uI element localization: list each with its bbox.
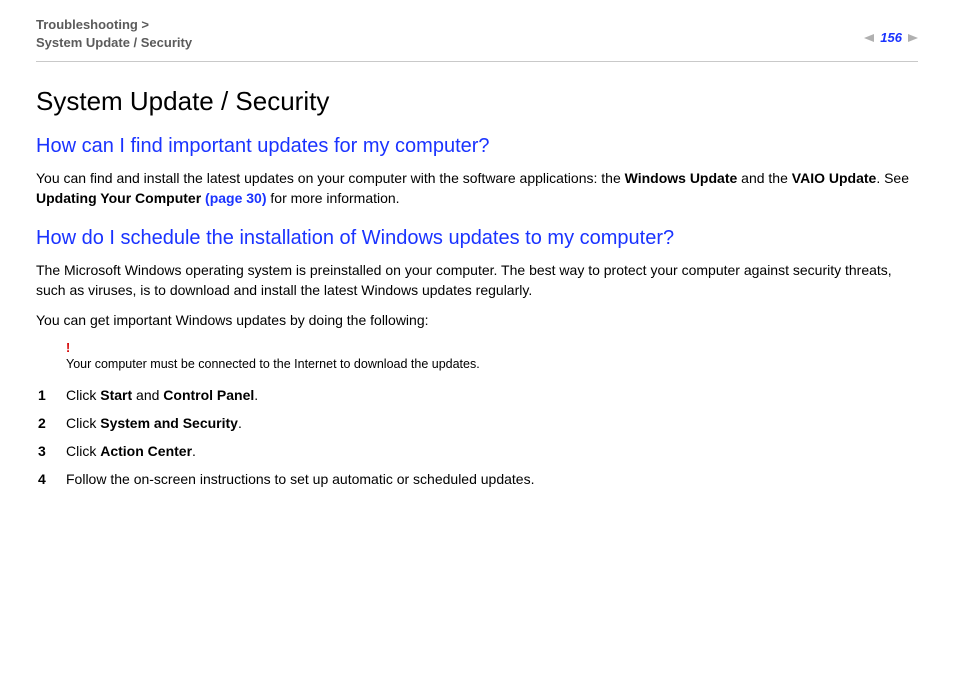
text-bold: Updating Your Computer	[36, 190, 205, 206]
breadcrumb: Troubleshooting > System Update / Securi…	[36, 16, 192, 51]
alert-text: Your computer must be connected to the I…	[66, 357, 480, 371]
prev-page-icon[interactable]	[864, 34, 874, 42]
step-item: 2 Click System and Security.	[36, 413, 918, 433]
page-number: 156	[880, 30, 902, 45]
page-content: System Update / Security How can I find …	[0, 62, 954, 522]
step-number: 4	[38, 469, 66, 489]
text-fragment: for more information.	[267, 190, 400, 206]
next-page-icon[interactable]	[908, 34, 918, 42]
text-fragment: Click	[66, 415, 100, 431]
step-text: Click System and Security.	[66, 413, 242, 433]
page-reference-link[interactable]: (page 30)	[205, 190, 266, 206]
step-number: 1	[38, 385, 66, 405]
text-fragment: Click	[66, 443, 100, 459]
text-fragment: Click	[66, 387, 100, 403]
text-bold: Action Center	[100, 443, 192, 459]
text-fragment: Follow the on-screen instructions to set…	[66, 471, 534, 487]
step-item: 3 Click Action Center.	[36, 441, 918, 461]
text-bold: VAIO Update	[792, 170, 877, 186]
page-header: Troubleshooting > System Update / Securi…	[0, 0, 954, 61]
text-fragment: .	[238, 415, 242, 431]
steps-list: 1 Click Start and Control Panel. 2 Click…	[36, 385, 918, 490]
text-fragment: .	[254, 387, 258, 403]
text-fragment: and the	[737, 170, 792, 186]
text-fragment: You can find and install the latest upda…	[36, 170, 625, 186]
section2-paragraph2: You can get important Windows updates by…	[36, 310, 918, 330]
text-bold: Start	[100, 387, 132, 403]
step-text: Follow the on-screen instructions to set…	[66, 469, 534, 489]
step-number: 2	[38, 413, 66, 433]
section1-paragraph: You can find and install the latest upda…	[36, 168, 918, 209]
step-text: Click Action Center.	[66, 441, 196, 461]
section2: How do I schedule the installation of Wi…	[36, 227, 918, 490]
page-title: System Update / Security	[36, 86, 918, 117]
step-item: 4 Follow the on-screen instructions to s…	[36, 469, 918, 489]
section2-heading: How do I schedule the installation of Wi…	[36, 227, 918, 250]
step-text: Click Start and Control Panel.	[66, 385, 258, 405]
breadcrumb-line2: System Update / Security	[36, 34, 192, 52]
step-item: 1 Click Start and Control Panel.	[36, 385, 918, 405]
breadcrumb-line1: Troubleshooting >	[36, 16, 192, 34]
alert-note: ! Your computer must be connected to the…	[66, 341, 918, 371]
section2-paragraph1: The Microsoft Windows operating system i…	[36, 260, 918, 301]
text-bold: System and Security	[100, 415, 238, 431]
alert-icon: !	[66, 341, 918, 355]
text-bold: Windows Update	[625, 170, 738, 186]
step-number: 3	[38, 441, 66, 461]
text-bold: Control Panel	[163, 387, 254, 403]
section1-heading: How can I find important updates for my …	[36, 135, 918, 158]
text-fragment: . See	[876, 170, 909, 186]
page-number-area: 156	[864, 30, 918, 45]
text-fragment: and	[132, 387, 163, 403]
text-fragment: .	[192, 443, 196, 459]
